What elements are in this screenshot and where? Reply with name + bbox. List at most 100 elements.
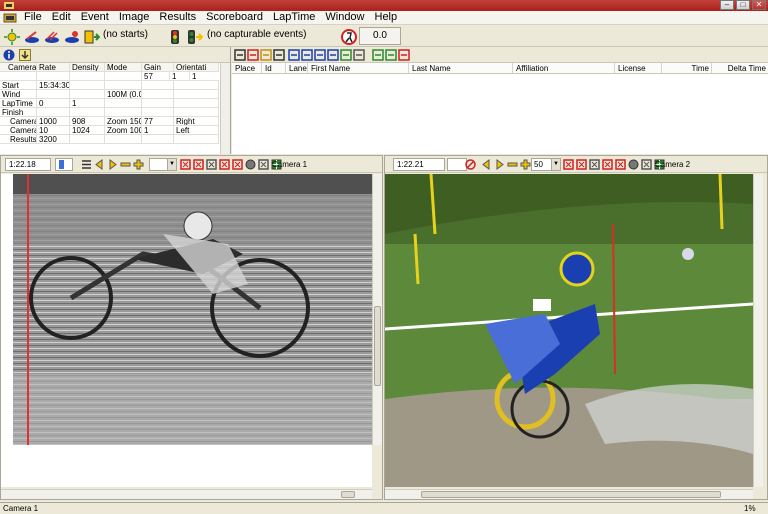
camera2-value-box[interactable] <box>447 158 467 171</box>
adjust-icon[interactable] <box>232 159 243 170</box>
menu-laptime[interactable]: LapTime <box>268 11 320 24</box>
clear-icon[interactable] <box>193 159 204 170</box>
sun-icon[interactable] <box>2 27 21 46</box>
print-icon[interactable] <box>641 159 652 170</box>
print-icon[interactable] <box>353 49 365 61</box>
camera2-zoom-combo[interactable]: 50 ▼ <box>531 158 561 171</box>
multi-start-icon[interactable] <box>42 27 61 46</box>
runner-stop-icon[interactable] <box>339 27 358 46</box>
camera2-video-image[interactable] <box>385 174 753 487</box>
sort-icon[interactable] <box>288 49 300 61</box>
menu-event[interactable]: Event <box>76 11 114 24</box>
document-icon[interactable] <box>3 12 17 24</box>
delete-icon[interactable] <box>247 49 259 61</box>
contrast-icon[interactable] <box>245 159 256 170</box>
minimize-button[interactable]: – <box>720 0 734 10</box>
zoom-out-icon[interactable] <box>507 159 518 170</box>
camera2-vscrollbar[interactable] <box>753 174 763 487</box>
list-lines-icon[interactable] <box>81 159 92 170</box>
results-header: Place Id Lane First Name Last Name Affil… <box>232 63 768 74</box>
camera1-photofinish-image[interactable] <box>13 174 373 445</box>
menu-bar: File Edit Event Image Results Scoreboard… <box>0 11 768 25</box>
brightness-icon[interactable] <box>180 159 191 170</box>
grid-cell: 0 <box>37 99 70 107</box>
mark-icon[interactable] <box>602 159 613 170</box>
time-readout: 0.0 <box>359 27 401 45</box>
menu-image[interactable]: Image <box>114 11 155 24</box>
info-grid-row[interactable]: Camera 2101024Zoom 1001Left <box>0 126 219 135</box>
menu-results[interactable]: Results <box>154 11 201 24</box>
col-first-name[interactable]: First Name <box>308 63 409 73</box>
col-license[interactable]: License <box>615 63 662 73</box>
grid-cell: Zoom 150 <box>107 117 142 125</box>
results-toolbar <box>232 47 768 63</box>
info-panel-scrollbar[interactable] <box>220 63 230 154</box>
col-affiliation[interactable]: Affiliation <box>513 63 615 73</box>
flip-icon[interactable] <box>206 159 217 170</box>
manual-start-icon[interactable] <box>327 49 339 61</box>
menu-edit[interactable]: Edit <box>47 11 76 24</box>
brightness-icon[interactable] <box>563 159 574 170</box>
camera1-toolbar: 1:22.18 ▼ Camera 1 <box>1 156 382 173</box>
col-place[interactable]: Place <box>232 63 262 73</box>
col-lane[interactable]: Lane <box>286 63 308 73</box>
zoom-out-icon[interactable] <box>120 159 131 170</box>
col-time[interactable]: Time <box>662 63 712 73</box>
grid-cell: 908 <box>70 117 105 125</box>
start-sensor-icon[interactable] <box>22 27 41 46</box>
camera2-hscrollbar[interactable] <box>385 489 753 499</box>
close-button[interactable]: ✕ <box>752 0 766 10</box>
step-left-icon[interactable] <box>94 159 105 170</box>
manual-start-icon[interactable] <box>62 27 81 46</box>
menu-file[interactable]: File <box>19 11 47 24</box>
zoom-in-icon[interactable] <box>133 159 144 170</box>
grid-cell: 1 <box>70 99 105 107</box>
info-icon[interactable] <box>3 49 15 61</box>
mark-icon[interactable] <box>219 159 230 170</box>
step-right-icon[interactable] <box>107 159 118 170</box>
split-icon[interactable] <box>385 49 397 61</box>
camera1-zoom-combo[interactable]: ▼ <box>149 158 177 171</box>
info-grid-row[interactable]: Results 3200 <box>0 135 219 144</box>
menu-help[interactable]: Help <box>370 11 403 24</box>
adjust-icon[interactable] <box>615 159 626 170</box>
find-icon[interactable] <box>260 49 272 61</box>
download-arrow-icon[interactable] <box>19 49 31 61</box>
camera1-vscrollbar[interactable] <box>372 174 382 445</box>
info-grid-row[interactable]: Start15:34:30.25 <box>0 81 219 90</box>
main-toolbar: (no starts) (no capturable events) 0.0 <box>0 25 768 47</box>
multi-start-icon[interactable] <box>314 49 326 61</box>
camera1-hscrollbar[interactable] <box>1 489 372 499</box>
col-id[interactable]: Id <box>262 63 286 73</box>
menu-window[interactable]: Window <box>320 11 369 24</box>
flip-icon[interactable] <box>589 159 600 170</box>
step-right-icon[interactable] <box>494 159 505 170</box>
add-green-icon[interactable] <box>372 49 384 61</box>
contrast-icon[interactable] <box>628 159 639 170</box>
col-last-name[interactable]: Last Name <box>409 63 513 73</box>
menu-scoreboard[interactable]: Scoreboard <box>201 11 268 24</box>
clear-icon[interactable] <box>576 159 587 170</box>
grid-cell: Left <box>174 126 219 134</box>
stop-icon[interactable] <box>465 159 476 170</box>
info-grid-row[interactable]: Camera 11000908Zoom 15077Right <box>0 117 219 126</box>
select-all-icon[interactable] <box>234 49 246 61</box>
info-grid-row[interactable]: Finish <box>0 108 219 117</box>
remove-red-icon[interactable] <box>398 49 410 61</box>
info-grid-row[interactable]: Wind 100M (0.0,10.0) <box>0 90 219 99</box>
edit-icon[interactable] <box>273 49 285 61</box>
arm-capture-icon[interactable] <box>185 27 204 46</box>
info-grid-row[interactable]: LapTime 0 1 <box>0 99 219 108</box>
col-delta-time[interactable]: Delta Time <box>712 63 768 73</box>
grid-cell <box>174 135 219 143</box>
zoom-in-icon[interactable] <box>520 159 531 170</box>
export-icon[interactable] <box>340 49 352 61</box>
step-left-icon[interactable] <box>481 159 492 170</box>
start-list-icon[interactable] <box>82 27 101 46</box>
camera2-label: Camera 2 <box>655 160 691 169</box>
start-sensor-icon[interactable] <box>301 49 313 61</box>
capture-traffic-icon[interactable] <box>165 27 184 46</box>
print-icon[interactable] <box>258 159 269 170</box>
maximize-button[interactable]: □ <box>736 0 750 10</box>
camera1-value-box[interactable] <box>55 158 73 171</box>
